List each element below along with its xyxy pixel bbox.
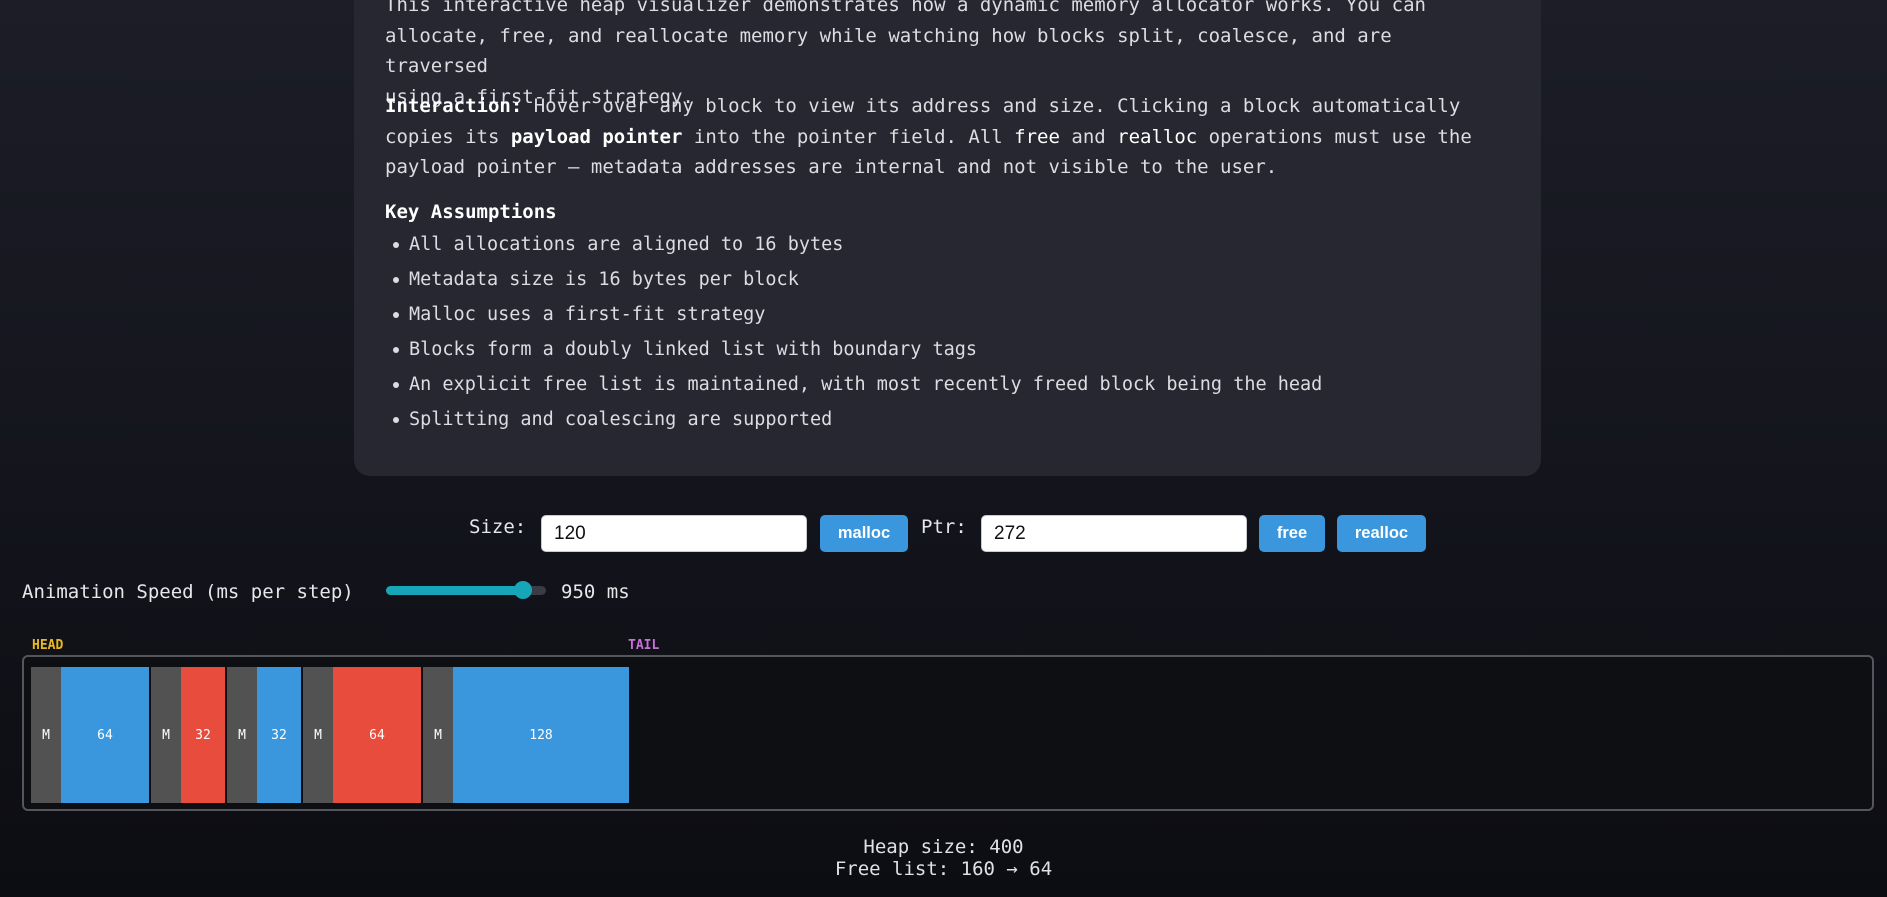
metadata-block[interactable]: M (227, 667, 257, 803)
assumption-item: All allocations are aligned to 16 bytes (392, 227, 1322, 262)
interaction-text-1: Hover over any block to view its address… (522, 95, 1461, 117)
assumption-item: Splitting and coalescing are supported (392, 402, 1322, 437)
speed-label: Animation Speed (ms per step) (22, 581, 354, 603)
metadata-block[interactable]: M (423, 667, 453, 803)
assumption-item: Blocks form a doubly linked list with bo… (392, 332, 1322, 367)
description-card: This interactive heap visualizer demonst… (354, 0, 1541, 476)
interaction-text: Interaction: Hover over any block to vie… (385, 91, 1505, 183)
free-list: Free list: 160 → 64 (834, 858, 1053, 880)
speed-slider[interactable] (386, 581, 546, 599)
interaction-text-5: payload pointer — metadata addresses are… (385, 156, 1278, 178)
interaction-label: Interaction: (385, 95, 523, 117)
ptr-label: Ptr: (921, 516, 967, 538)
payload-block[interactable]: 64 (333, 667, 421, 803)
ptr-input[interactable] (981, 515, 1247, 552)
metadata-block[interactable]: M (31, 667, 61, 803)
heap-size: Heap size: 400 (863, 836, 1024, 858)
assumption-item: Metadata size is 16 bytes per block (392, 262, 1322, 297)
realloc-term: realloc (1117, 125, 1198, 148)
slider-fill (386, 586, 523, 595)
payload-pointer-term: payload pointer (510, 125, 683, 148)
interaction-and: and (1059, 125, 1118, 148)
payload-block[interactable]: 32 (257, 667, 301, 803)
metadata-block[interactable]: M (151, 667, 181, 803)
payload-block[interactable]: 128 (453, 667, 629, 803)
speed-value: 950 ms (561, 581, 630, 603)
intro-line-1: This interactive heap visualizer demonst… (385, 0, 1426, 16)
assumptions-list: All allocations are aligned to 16 bytes … (385, 227, 1322, 437)
size-input[interactable] (541, 515, 807, 552)
realloc-button[interactable]: realloc (1337, 515, 1426, 552)
assumption-item: An explicit free list is maintained, wit… (392, 367, 1322, 402)
size-label: Size: (469, 516, 527, 538)
free-button[interactable]: free (1259, 515, 1325, 552)
interaction-text-3: into the pointer field. All (682, 125, 1015, 148)
interaction-text-2: copies its (385, 125, 511, 148)
payload-block[interactable]: 32 (181, 667, 225, 803)
interaction-text-4: operations must use the (1197, 125, 1472, 148)
tail-label: TAIL (628, 638, 660, 653)
assumption-item: Malloc uses a first-fit strategy (392, 297, 1322, 332)
heap-view: M 64 M 32 M 32 M 64 M 128 (22, 655, 1874, 811)
payload-block[interactable]: 64 (61, 667, 149, 803)
head-label: HEAD (32, 638, 64, 653)
malloc-button[interactable]: malloc (820, 515, 908, 552)
metadata-block[interactable]: M (303, 667, 333, 803)
intro-line-2: allocate, free, and reallocate memory wh… (385, 24, 1392, 78)
assumptions-title: Key Assumptions (385, 201, 557, 223)
slider-thumb[interactable] (514, 581, 532, 599)
free-term: free (1014, 125, 1060, 148)
